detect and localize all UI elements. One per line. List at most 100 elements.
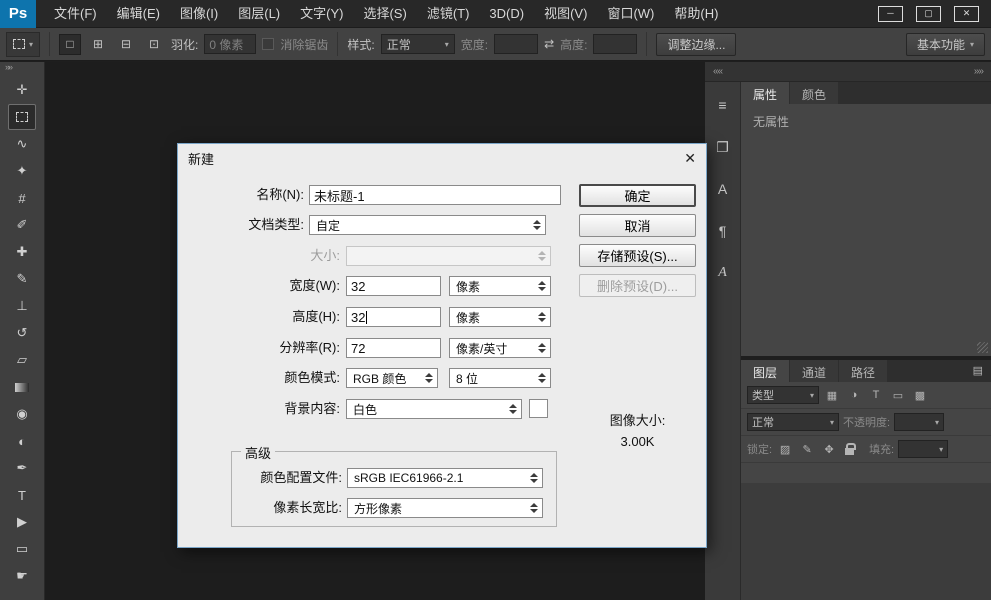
layer-filter-select[interactable]: 类型 ▾ xyxy=(747,386,819,404)
eyedropper-tool-button[interactable]: ✐ xyxy=(8,212,36,238)
height-input[interactable]: 32 xyxy=(346,307,441,327)
lock-all-icon[interactable] xyxy=(845,448,854,455)
subtract-selection-button[interactable]: ⊟ xyxy=(115,34,137,55)
new-selection-button[interactable]: □ xyxy=(59,34,81,55)
dialog-close-button[interactable]: ✕ xyxy=(684,150,696,167)
move-tool-button[interactable]: ✛ xyxy=(8,77,36,103)
eraser-tool-button[interactable]: ▱ xyxy=(8,347,36,373)
minimize-button[interactable]: ─ xyxy=(878,6,903,22)
type-tool-button[interactable]: T xyxy=(8,482,36,508)
tab-properties[interactable]: 属性 xyxy=(741,82,789,104)
toolbar-collapse-icon[interactable]: »» xyxy=(0,62,44,76)
maximize-button[interactable]: ▢ xyxy=(916,6,941,22)
menu-3d[interactable]: 3D(D) xyxy=(479,0,534,27)
pen-tool-button[interactable]: ✒ xyxy=(8,455,36,481)
character-panel-icon[interactable]: A xyxy=(710,176,736,202)
tab-layers[interactable]: 图层 xyxy=(741,360,789,382)
healing-brush-tool-button[interactable]: ✚ xyxy=(8,239,36,265)
add-selection-button[interactable]: ⊞ xyxy=(87,34,109,55)
menu-type[interactable]: 文字(Y) xyxy=(290,0,353,27)
dodge-tool-button[interactable]: ◐ xyxy=(8,428,36,454)
width-input[interactable]: 32 xyxy=(346,276,441,296)
filter-image-icon[interactable]: ▦ xyxy=(823,386,841,404)
menu-edit[interactable]: 编辑(E) xyxy=(107,0,170,27)
fill-select[interactable]: ▾ xyxy=(898,440,948,458)
menu-file[interactable]: 文件(F) xyxy=(44,0,107,27)
menu-window[interactable]: 窗口(W) xyxy=(597,0,664,27)
gradient-tool-button[interactable] xyxy=(8,374,36,400)
menu-help[interactable]: 帮助(H) xyxy=(664,0,728,27)
hand-tool-button[interactable]: ☛ xyxy=(8,563,36,589)
rectangle-tool-button[interactable]: ▭ xyxy=(8,536,36,562)
antialias-checkbox[interactable] xyxy=(262,38,274,50)
layers-tabbar: 图层 通道 路径 ▤ xyxy=(741,360,991,382)
menu-view[interactable]: 视图(V) xyxy=(534,0,597,27)
lasso-tool-button[interactable]: ∿ xyxy=(8,131,36,157)
workspace-switcher[interactable]: 基本功能 ▾ xyxy=(906,33,985,56)
menu-layer[interactable]: 图层(L) xyxy=(228,0,290,27)
paragraph-panel-icon[interactable]: ¶ xyxy=(710,218,736,244)
name-input[interactable]: 未标题-1 xyxy=(309,185,561,205)
close-window-button[interactable]: ✕ xyxy=(954,6,979,22)
resolution-input[interactable]: 72 xyxy=(346,338,441,358)
style-select[interactable]: 正常 ▾ xyxy=(381,34,455,54)
feather-input[interactable]: 0 像素 xyxy=(204,34,256,54)
tab-channels[interactable]: 通道 xyxy=(790,360,838,382)
dock-collapse-right-icon[interactable]: »» xyxy=(974,66,983,77)
background-color-swatch[interactable] xyxy=(529,399,548,418)
refine-edge-button[interactable]: 调整边缘... xyxy=(656,33,736,56)
opacity-select[interactable]: ▾ xyxy=(894,413,944,431)
document-type-select[interactable]: 自定 xyxy=(309,215,546,235)
dock-collapse-left-icon[interactable]: «« xyxy=(713,66,722,77)
intersect-selection-button[interactable]: ⊡ xyxy=(143,34,165,55)
quick-selection-tool-button[interactable]: ✦ xyxy=(8,158,36,184)
blur-tool-button[interactable]: ◉ xyxy=(8,401,36,427)
ok-button[interactable]: 确定 xyxy=(579,184,696,207)
lock-pixels-icon[interactable]: ✎ xyxy=(798,440,816,458)
crop-tool-button[interactable]: # xyxy=(8,185,36,211)
tab-paths[interactable]: 路径 xyxy=(839,360,887,382)
save-preset-button[interactable]: 存储预设(S)... xyxy=(579,244,696,267)
tab-color[interactable]: 颜色 xyxy=(790,82,838,104)
background-select[interactable]: 白色 xyxy=(346,399,522,419)
swap-dimensions-icon[interactable]: ⇄ xyxy=(544,37,554,51)
pixel-aspect-select[interactable]: 方形像素 xyxy=(347,498,543,518)
panel-resize-grip[interactable] xyxy=(977,342,988,353)
lock-position-icon[interactable]: ✥ xyxy=(820,440,838,458)
menu-image[interactable]: 图像(I) xyxy=(170,0,228,27)
photoshop-window: Ps 文件(F) 编辑(E) 图像(I) 图层(L) 文字(Y) 选择(S) 滤… xyxy=(0,0,991,600)
width-input[interactable] xyxy=(494,34,538,54)
clone-stamp-tool-button[interactable]: ⊥ xyxy=(8,293,36,319)
height-label: 高度: xyxy=(560,36,587,53)
width-unit-select[interactable]: 像素 xyxy=(449,276,551,296)
filter-smart-object-icon[interactable]: ▩ xyxy=(911,386,929,404)
hand-icon: ☛ xyxy=(16,568,28,584)
resolution-unit-select[interactable]: 像素/英寸 xyxy=(449,338,551,358)
menu-filter[interactable]: 滤镜(T) xyxy=(417,0,480,27)
menu-select[interactable]: 选择(S) xyxy=(353,0,416,27)
styles-panel-icon[interactable]: ❐ xyxy=(710,134,736,160)
quick-selection-icon: ✦ xyxy=(17,163,28,179)
tool-preset-button[interactable]: ▾ xyxy=(6,32,40,57)
panel-menu-icon[interactable]: ▤ xyxy=(965,360,991,382)
height-input[interactable] xyxy=(593,34,637,54)
rectangular-marquee-tool-button[interactable] xyxy=(8,104,36,130)
pen-icon: ✒ xyxy=(17,460,28,476)
bit-depth-select[interactable]: 8 位 xyxy=(449,368,551,388)
filter-adjustment-icon[interactable]: ◑ xyxy=(845,386,863,404)
filter-shape-icon[interactable]: ▭ xyxy=(889,386,907,404)
brush-tool-button[interactable]: ✎ xyxy=(8,266,36,292)
path-selection-tool-button[interactable]: ▶ xyxy=(8,509,36,535)
width-label: 宽度: xyxy=(461,36,488,53)
history-brush-tool-button[interactable]: ↺ xyxy=(8,320,36,346)
filter-type-icon[interactable]: T xyxy=(867,386,885,404)
blend-mode-select[interactable]: 正常 ▾ xyxy=(747,413,839,431)
color-mode-select[interactable]: RGB 颜色 xyxy=(346,368,438,388)
character-styles-panel-icon[interactable]: A xyxy=(710,260,736,286)
dialog-titlebar[interactable]: 新建 ✕ xyxy=(178,144,706,172)
height-unit-select[interactable]: 像素 xyxy=(449,307,551,327)
history-panel-icon[interactable]: ≡ xyxy=(710,92,736,118)
color-profile-select[interactable]: sRGB IEC61966-2.1 xyxy=(347,468,543,488)
cancel-button[interactable]: 取消 xyxy=(579,214,696,237)
lock-transparency-icon[interactable]: ▨ xyxy=(776,440,794,458)
